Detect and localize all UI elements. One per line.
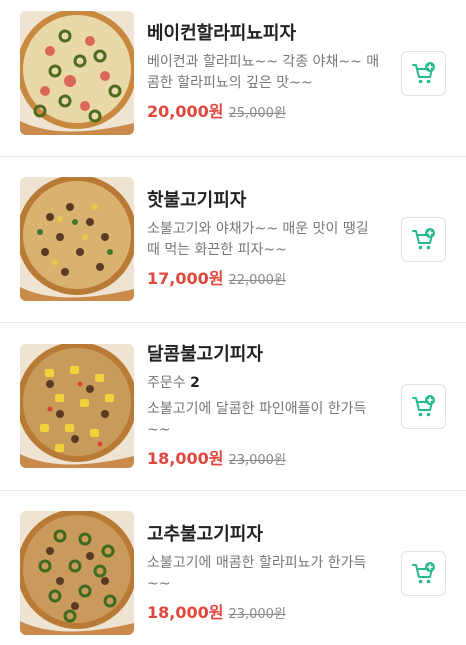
item-description: 소불고기에 매콤한 할라피뇨가 한가득~~ <box>147 555 367 592</box>
item-title: 고추불고기피자 <box>147 524 263 545</box>
sale-price: 20,000원 <box>147 102 224 121</box>
menu-item[interactable]: 달콤불고기피자 주문수 2 소불고기에 달콤한 파인애플이 한가득~~ 18,0… <box>0 323 466 491</box>
order-count-label: 주문수 <box>147 375 186 391</box>
add-to-cart-button[interactable] <box>401 551 446 596</box>
original-price: 25,000원 <box>228 106 286 121</box>
item-info: 베이컨할라피뇨피자 베이컨과 할라피뇨~~ 각종 야채~~ 매콤한 할라피뇨의 … <box>147 22 383 125</box>
menu-item[interactable]: 핫불고기피자 소불고기와 야채가~~ 매운 맛이 땡길 때 먹는 화끈한 피자~… <box>0 157 466 323</box>
item-info: 달콤불고기피자 주문수 2 소불고기에 달콤한 파인애플이 한가득~~ 18,0… <box>147 343 383 472</box>
pizza-image <box>20 11 134 135</box>
menu-item[interactable]: 고추불고기피자 소불고기에 매콤한 할라피뇨가 한가득~~ 18,000원 23,… <box>0 491 466 645</box>
price-row: 20,000원 25,000원 <box>147 101 383 125</box>
sale-price: 17,000원 <box>147 269 224 288</box>
item-description: 소불고기와 야채가~~ 매운 맛이 땡길 때 먹는 화끈한 피자~~ <box>147 221 369 258</box>
pizza-image <box>20 511 134 635</box>
sale-price: 18,000원 <box>147 603 224 622</box>
original-price: 23,000원 <box>228 607 286 622</box>
item-description: 베이컨과 할라피뇨~~ 각종 야채~~ 매콤한 할라피뇨의 깊은 맛~~ <box>147 54 380 91</box>
original-price: 23,000원 <box>228 453 286 468</box>
add-to-cart-icon <box>411 394 435 416</box>
order-count-value: 2 <box>190 375 200 391</box>
item-description: 소불고기에 달콤한 파인애플이 한가득~~ <box>147 401 367 438</box>
order-count: 주문수 2 <box>147 373 383 393</box>
item-info: 핫불고기피자 소불고기와 야채가~~ 매운 맛이 땡길 때 먹는 화끈한 피자~… <box>147 189 383 292</box>
price-row: 18,000원 23,000원 <box>147 448 383 472</box>
price-row: 17,000원 22,000원 <box>147 268 383 292</box>
pizza-image <box>20 177 134 301</box>
add-to-cart-icon <box>411 61 435 83</box>
add-to-cart-button[interactable] <box>401 217 446 262</box>
item-title: 핫불고기피자 <box>147 190 247 211</box>
pizza-image <box>20 344 134 468</box>
item-title: 달콤불고기피자 <box>147 344 263 365</box>
item-info: 고추불고기피자 소불고기에 매콤한 할라피뇨가 한가득~~ 18,000원 23,… <box>147 523 383 626</box>
item-title: 베이컨할라피뇨피자 <box>147 23 297 44</box>
original-price: 22,000원 <box>228 273 286 288</box>
add-to-cart-button[interactable] <box>401 384 446 429</box>
price-row: 18,000원 23,000원 <box>147 602 383 626</box>
menu-list: 베이컨할라피뇨피자 베이컨과 할라피뇨~~ 각종 야채~~ 매콤한 할라피뇨의 … <box>0 0 466 645</box>
add-to-cart-button[interactable] <box>401 51 446 96</box>
sale-price: 18,000원 <box>147 449 224 468</box>
add-to-cart-icon <box>411 561 435 583</box>
add-to-cart-icon <box>411 227 435 249</box>
menu-item[interactable]: 베이컨할라피뇨피자 베이컨과 할라피뇨~~ 각종 야채~~ 매콤한 할라피뇨의 … <box>0 0 466 157</box>
